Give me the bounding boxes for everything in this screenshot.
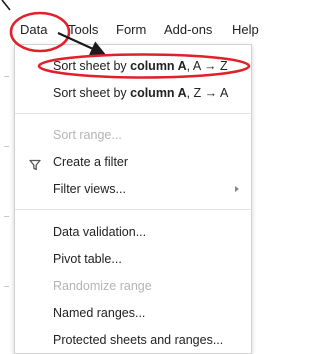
- menu-form[interactable]: Form: [116, 22, 146, 38]
- data-validation-item[interactable]: Data validation...: [15, 221, 251, 243]
- menu-separator: [15, 209, 251, 210]
- randomize-range-item: Randomize range: [15, 275, 251, 297]
- sort-a-to-z-item[interactable]: Sort sheet by column A, A → Z: [15, 55, 251, 77]
- sort-a-to-z-label: Sort sheet by column A, A → Z: [53, 59, 228, 73]
- sort-range-item: Sort range...: [15, 124, 251, 146]
- menu-bar: Data Tools Form Add-ons Help: [0, 0, 259, 46]
- pivot-table-item[interactable]: Pivot table...: [15, 248, 251, 270]
- data-validation-label: Data validation...: [53, 225, 147, 239]
- menu-data[interactable]: Data: [20, 22, 47, 38]
- create-filter-label: Create a filter: [53, 155, 129, 169]
- create-filter-item[interactable]: Create a filter: [15, 151, 251, 173]
- menu-add-ons[interactable]: Add-ons: [164, 22, 212, 38]
- protected-sheets-label: Protected sheets and ranges...: [53, 333, 224, 347]
- menu-help[interactable]: Help: [232, 22, 259, 38]
- named-ranges-label: Named ranges...: [53, 306, 146, 320]
- named-ranges-item[interactable]: Named ranges...: [15, 302, 251, 324]
- menu-tools[interactable]: Tools: [68, 22, 98, 38]
- pivot-table-label: Pivot table...: [53, 252, 122, 266]
- submenu-arrow-icon: [235, 186, 239, 192]
- filter-views-item[interactable]: Filter views...: [15, 178, 251, 200]
- filter-icon: [29, 156, 41, 171]
- menu-separator: [15, 113, 251, 114]
- sheet-edge: [0, 46, 14, 350]
- sort-range-label: Sort range...: [53, 128, 122, 142]
- filter-views-label: Filter views...: [53, 182, 126, 196]
- protected-sheets-item[interactable]: Protected sheets and ranges...: [15, 329, 251, 351]
- data-dropdown-menu: Sort sheet by column A, A → Z Sort sheet…: [14, 44, 252, 354]
- sort-z-to-a-item[interactable]: Sort sheet by column A, Z → A: [15, 82, 251, 104]
- randomize-range-label: Randomize range: [53, 279, 152, 293]
- sort-z-to-a-label: Sort sheet by column A, Z → A: [53, 86, 229, 100]
